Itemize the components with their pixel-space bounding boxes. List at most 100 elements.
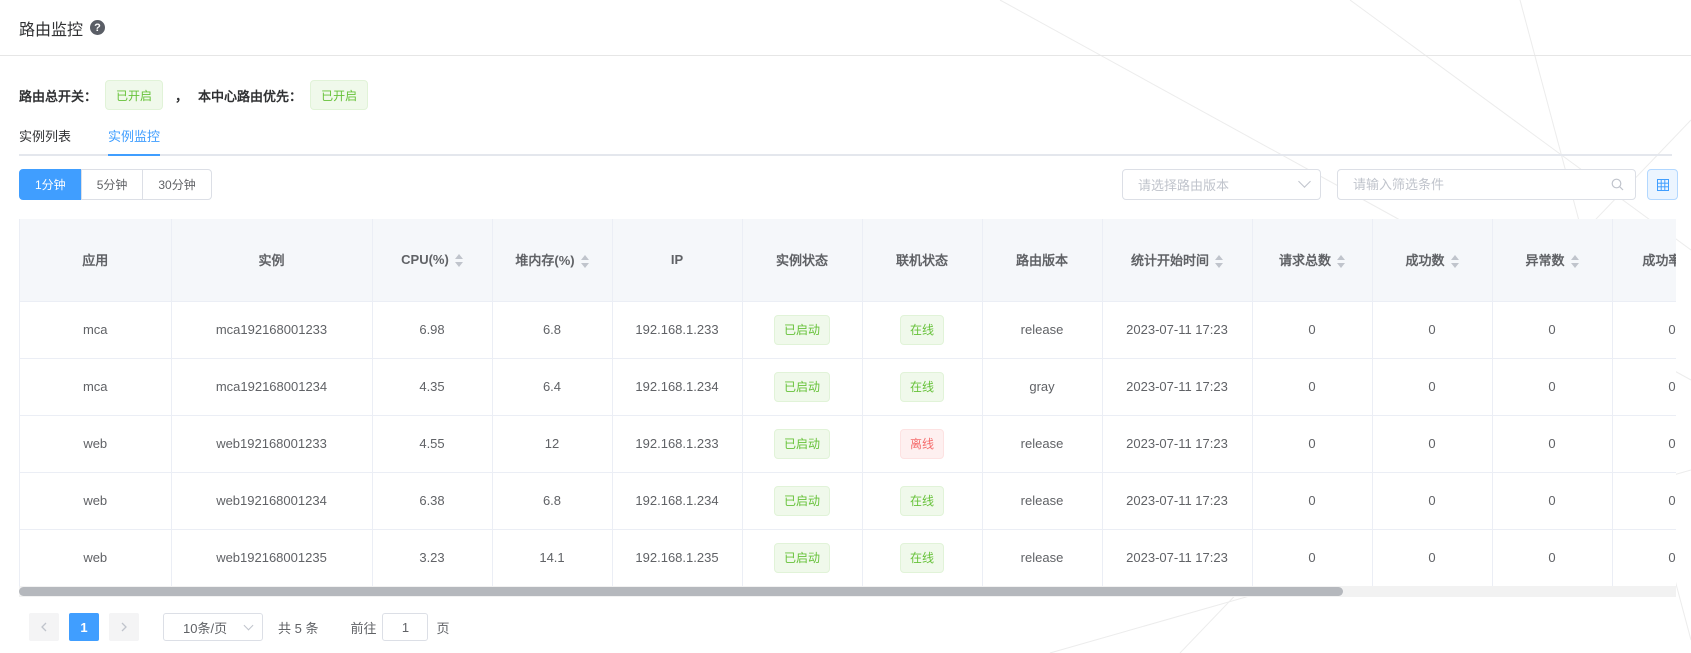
cell-ip: 192.168.1.233 — [612, 301, 743, 359]
cell-total-requests: 0 — [1252, 301, 1373, 359]
scrollbar-thumb[interactable] — [19, 587, 1343, 596]
cell-online-status: 在线 — [862, 301, 983, 359]
column-label: IP — [670, 252, 684, 268]
filter-search-box — [1337, 169, 1636, 200]
time-5min-button[interactable]: 5分钟 — [80, 169, 144, 200]
cell-success-count: 0 — [1372, 529, 1493, 587]
column-label: 统计开始时间 — [1130, 253, 1209, 269]
column-header-total-requests[interactable]: 请求总数 — [1252, 219, 1373, 302]
filter-search-input[interactable] — [1353, 177, 1603, 192]
tabs: 实例列表 实例监控 — [19, 124, 1672, 156]
cell-cpu: 6.98 — [372, 301, 493, 359]
cell-instance-status: 已启动 — [742, 358, 863, 416]
cell-app: mca — [20, 301, 172, 359]
column-header-error-count[interactable]: 异常数 — [1492, 219, 1613, 302]
cell-cpu-text: 6.38 — [419, 493, 445, 508]
cell-success-count: 0 — [1372, 301, 1493, 359]
cell-instance-text: web192168001233 — [216, 436, 327, 451]
cell-instance-text: web192168001235 — [216, 550, 327, 565]
cell-success-rate-text: 0 — [1668, 322, 1676, 337]
table-row[interactable]: web web192168001234 6.38 6.8 192.168.1.234 已启… — [20, 472, 1676, 530]
cell-heap: 6.4 — [492, 358, 613, 416]
column-header-start-time[interactable]: 统计开始时间 — [1102, 219, 1253, 302]
cell-success-rate: 0 — [1612, 358, 1676, 416]
next-page-button[interactable] — [109, 613, 139, 641]
tab-instance-list[interactable]: 实例列表 — [19, 124, 71, 154]
search-icon[interactable] — [1611, 178, 1624, 191]
horizontal-scrollbar[interactable] — [19, 586, 1676, 597]
cell-instance: mca192168001234 — [171, 358, 373, 416]
cell-error-count: 0 — [1492, 301, 1613, 359]
toolbar: 1分钟 5分钟 30分钟 请选择路由版本 — [0, 169, 1691, 200]
goto-page-input[interactable] — [382, 613, 429, 641]
page-size-select[interactable]: 10条/页 — [163, 613, 263, 641]
cell-ip-text: 192.168.1.234 — [635, 379, 719, 394]
cell-success-rate: 0 — [1612, 301, 1676, 359]
cell-ip-text: 192.168.1.235 — [635, 550, 719, 565]
cell-instance-text: mca192168001233 — [215, 322, 328, 337]
page-number-current[interactable]: 1 — [69, 613, 99, 641]
prev-page-button[interactable] — [29, 613, 59, 641]
table-row[interactable]: mca mca192168001233 6.98 6.8 192.168.1.233 已启… — [20, 301, 1676, 359]
cell-route-version: release — [982, 529, 1103, 587]
cell-error-count-text: 0 — [1548, 493, 1556, 508]
question-circle-icon[interactable]: ? — [90, 20, 106, 35]
cell-total-requests: 0 — [1252, 358, 1373, 416]
chevron-down-icon — [1298, 175, 1311, 188]
cell-instance-status: 已启动 — [742, 529, 863, 587]
cell-start-time-text: 2023-07-11 17:23 — [1126, 493, 1228, 508]
cell-heap: 6.8 — [492, 301, 613, 359]
table-row[interactable]: mca mca192168001234 4.35 6.4 192.168.1.234 已启… — [20, 358, 1676, 416]
time-1min-button[interactable]: 1分钟 — [19, 169, 82, 200]
column-settings-button[interactable] — [1647, 169, 1678, 200]
route-switch-row: 路由总开关： 已开启 ， 本中心路由优先： 已开启 — [0, 80, 1691, 110]
sort-icon[interactable] — [454, 254, 463, 268]
sort-icon[interactable] — [1570, 255, 1579, 269]
cell-success-count-text: 0 — [1428, 493, 1436, 508]
route-version-select[interactable]: 请选择路由版本 — [1122, 169, 1321, 200]
sort-icon[interactable] — [1337, 255, 1345, 269]
cell-app: mca — [20, 358, 172, 416]
cell-heap-text: 6.8 — [542, 493, 562, 508]
table-row[interactable]: web web192168001233 4.55 12 192.168.1.233 已启动… — [20, 415, 1676, 473]
column-header-cpu[interactable]: CPU(%) — [372, 219, 493, 302]
cell-heap-text: 6.4 — [542, 379, 562, 394]
time-range-group: 1分钟 5分钟 30分钟 — [19, 169, 212, 200]
column-header-heap[interactable]: 堆内存(%) — [492, 219, 613, 302]
cell-ip: 192.168.1.233 — [612, 415, 743, 473]
cell-success-rate-text: 0 — [1668, 436, 1676, 451]
cell-heap: 12 — [492, 415, 613, 473]
cell-success-count-text: 0 — [1428, 379, 1436, 394]
cell-success-count: 0 — [1372, 472, 1493, 530]
route-version-placeholder: 请选择路由版本 — [1138, 178, 1230, 193]
page-title: 路由监控 — [19, 21, 84, 39]
cell-success-count-text: 0 — [1428, 550, 1436, 565]
cell-error-count: 0 — [1492, 358, 1613, 416]
cell-cpu: 6.38 — [372, 472, 493, 530]
sort-icon[interactable] — [580, 255, 589, 269]
table-row[interactable]: web web192168001235 3.23 14.1 192.168.1.235 已… — [20, 529, 1676, 587]
cell-instance-text: mca192168001234 — [215, 379, 328, 394]
cell-heap: 14.1 — [492, 529, 613, 587]
tab-instance-monitor[interactable]: 实例监控 — [108, 124, 161, 156]
cell-ip-text: 192.168.1.233 — [635, 322, 719, 337]
sort-icon[interactable] — [1215, 255, 1223, 269]
cell-start-time: 2023-07-11 17:23 — [1102, 529, 1253, 587]
page-size-value: 10条/页 — [183, 620, 228, 636]
cell-error-count-text: 0 — [1548, 550, 1556, 565]
cell-app-text: web — [83, 550, 108, 565]
column-header-instance-status: 实例状态 — [742, 219, 863, 302]
chevron-down-icon — [243, 620, 254, 631]
status-badge: 在线 — [899, 371, 944, 402]
sort-icon[interactable] — [1450, 255, 1459, 269]
cell-success-rate-text: 0 — [1668, 493, 1676, 508]
cell-route-version: release — [982, 301, 1103, 359]
column-header-success-count[interactable]: 成功数 — [1372, 219, 1493, 302]
cell-app-text: mca — [82, 379, 108, 394]
column-label: 请求总数 — [1278, 253, 1331, 269]
time-30min-button[interactable]: 30分钟 — [142, 169, 212, 200]
column-label: 异常数 — [1525, 253, 1565, 269]
status-badge: 已启动 — [773, 371, 830, 402]
cell-total-requests-text: 0 — [1308, 436, 1316, 451]
cell-instance-status: 已启动 — [742, 472, 863, 530]
